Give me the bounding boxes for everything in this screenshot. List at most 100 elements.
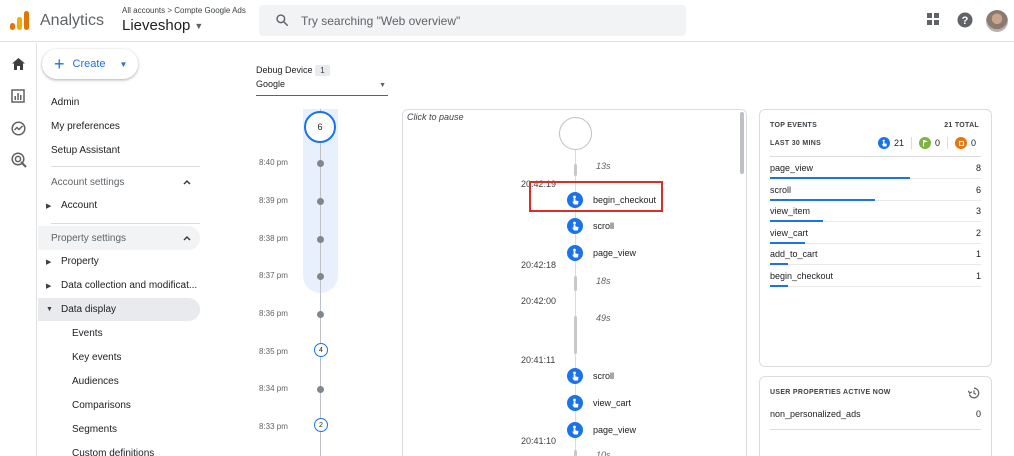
top-event-name: scroll [770, 184, 792, 195]
touch-icon [878, 137, 890, 149]
top-events-card: TOP EVENTS 21 TOTAL LAST 30 MINS 21 0 0 … [759, 109, 992, 367]
minute-dot[interactable] [317, 311, 324, 318]
section-title: Account settings [51, 176, 125, 188]
chevron-up-icon [183, 179, 191, 185]
property-name: Lieveshop [122, 17, 191, 34]
top-event-name: view_item [770, 206, 811, 216]
debug-device-select[interactable]: Google ▼ [256, 79, 388, 96]
current-minute-count[interactable]: 6 [304, 111, 336, 143]
top-event-count: 3 [975, 206, 981, 216]
section-property-settings[interactable]: Property settings [38, 226, 200, 250]
nav-item-data-display[interactable]: ▼ Data display [38, 298, 200, 321]
minute-dot[interactable] [317, 273, 324, 280]
apps-grid-icon[interactable] [926, 12, 940, 26]
timestamp: 20:42:00 [521, 296, 557, 306]
advertising-icon[interactable] [11, 152, 27, 168]
card-divider [770, 429, 981, 430]
device-selected-value: Google [256, 79, 286, 89]
search-input[interactable] [301, 11, 671, 31]
breadcrumb-account[interactable]: Compte Google Ads [174, 6, 246, 15]
minute-label: 8:35 pm [259, 347, 288, 356]
top-event-count: 1 [975, 249, 981, 259]
chevron-up-icon [183, 235, 191, 241]
nav-item-account[interactable]: ▶ Account [38, 194, 200, 217]
caret-down-icon: ▼ [119, 59, 128, 69]
minute-dot[interactable] [317, 386, 324, 393]
duration-label: 13s [596, 161, 611, 171]
top-event-row[interactable]: begin_checkout 1 [770, 266, 981, 287]
top-event-row[interactable]: page_view 8 [770, 158, 981, 179]
stream-event[interactable]: view_cart [567, 394, 631, 412]
duration-label: 18s [596, 276, 611, 286]
debug-device-count: 1 [315, 65, 330, 76]
minute-dot[interactable] [317, 236, 324, 243]
left-rail [0, 43, 37, 456]
nav-item-comparisons[interactable]: Comparisons [72, 400, 131, 411]
stream-event[interactable]: page_view [567, 421, 636, 439]
nav-item-key-events[interactable]: Key events [72, 352, 121, 363]
top-event-row[interactable]: view_item 3 [770, 201, 981, 222]
nav-item-data-collection[interactable]: ▶ Data collection and modificat... [38, 274, 200, 297]
minute-count-badge[interactable]: 4 [314, 343, 328, 357]
user-property-value: 0 [975, 409, 981, 419]
flag-icon [919, 137, 932, 149]
minute-label: 8:39 pm [259, 196, 288, 205]
top-event-bar [770, 284, 788, 287]
help-icon[interactable]: ? [957, 12, 973, 28]
admin-nav: + Create ▼ Admin My preferences Setup As… [38, 43, 248, 456]
explore-icon[interactable] [11, 121, 26, 136]
minute-dot[interactable] [317, 160, 324, 167]
top-event-row[interactable]: scroll 6 [770, 180, 981, 201]
touch-icon [567, 245, 583, 261]
user-properties-title: USER PROPERTIES ACTIVE NOW [770, 389, 891, 396]
nav-item-my-preferences[interactable]: My preferences [51, 121, 120, 132]
analytics-logo-icon[interactable] [10, 11, 30, 31]
minute-dot[interactable] [317, 198, 324, 205]
nav-divider [51, 166, 200, 167]
nav-item-setup-assistant[interactable]: Setup Assistant [51, 145, 120, 156]
event-name: page_view [593, 425, 637, 435]
top-event-row[interactable]: view_cart 2 [770, 223, 981, 244]
user-property-row[interactable]: non_personalized_ads 0 [770, 409, 981, 427]
event-counters: 21 0 0 [878, 137, 976, 149]
reports-icon[interactable] [11, 89, 25, 103]
key-events-count: 0 [935, 138, 941, 148]
top-event-name: begin_checkout [770, 270, 834, 281]
avatar[interactable] [986, 10, 1008, 32]
counter-divider [911, 137, 913, 149]
minute-label: 8:33 pm [259, 422, 288, 431]
section-account-settings[interactable]: Account settings [38, 170, 200, 194]
expand-arrow-icon: ▶ [46, 282, 52, 290]
item-label: Data display [61, 304, 117, 315]
stream-event[interactable]: scroll [567, 217, 614, 235]
top-event-bar-track [770, 285, 981, 287]
stream-current-second [559, 117, 592, 150]
pause-hint: Click to pause [407, 112, 464, 122]
duration-segment [574, 164, 577, 176]
breadcrumb-all-accounts[interactable]: All accounts [122, 6, 165, 15]
create-button[interactable]: + Create ▼ [42, 49, 138, 79]
stream-event[interactable]: scroll [567, 367, 614, 385]
event-stream[interactable]: Click to pause 13s 20:42:19 begin_checko… [402, 109, 747, 456]
nav-item-admin[interactable]: Admin [51, 97, 79, 108]
stream-event[interactable]: page_view [567, 244, 636, 262]
history-icon[interactable] [968, 387, 980, 399]
expand-arrow-icon: ▶ [46, 258, 52, 266]
stream-scrollbar[interactable] [740, 112, 744, 174]
top-event-name: add_to_cart [770, 249, 818, 259]
nav-item-events[interactable]: Events [72, 328, 103, 339]
plus-icon: + [54, 54, 65, 74]
nav-item-audiences[interactable]: Audiences [72, 376, 119, 387]
property-picker[interactable]: Lieveshop ▼ [122, 17, 203, 34]
home-icon[interactable] [11, 57, 26, 71]
nav-item-property[interactable]: ▶ Property [38, 250, 200, 273]
minute-label: 8:40 pm [259, 158, 288, 167]
nav-item-segments[interactable]: Segments [72, 424, 117, 435]
account-breadcrumb[interactable]: All accounts > Compte Google Ads [122, 6, 246, 15]
nav-item-custom-definitions[interactable]: Custom definitions [72, 448, 154, 456]
search-bar[interactable] [259, 5, 686, 36]
top-event-row[interactable]: add_to_cart 1 [770, 244, 981, 265]
timestamp: 20:41:10 [521, 436, 557, 446]
app-name: Analytics [40, 12, 105, 29]
minute-count-badge[interactable]: 2 [314, 418, 328, 432]
